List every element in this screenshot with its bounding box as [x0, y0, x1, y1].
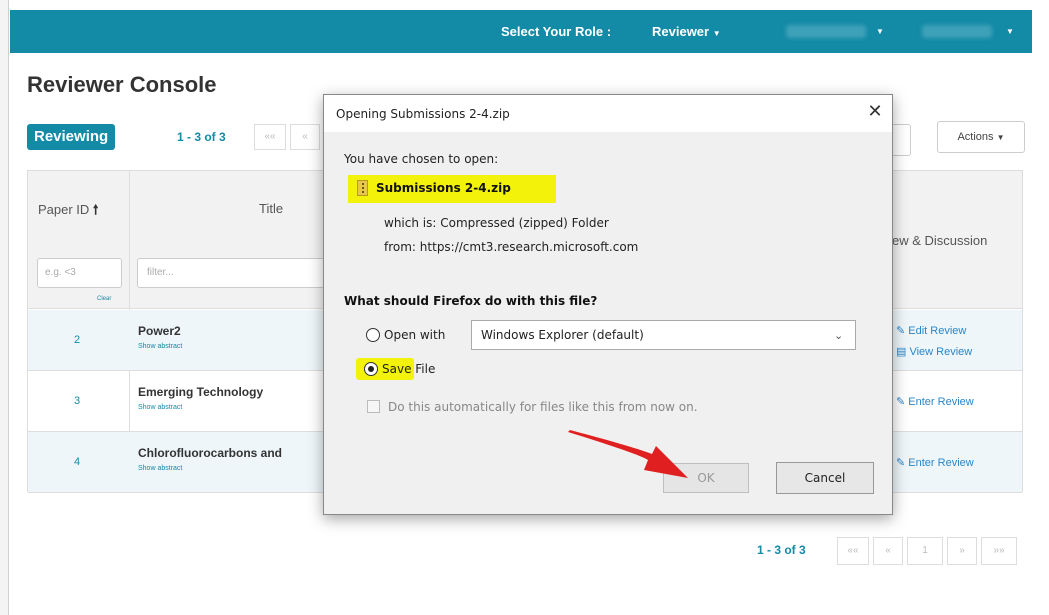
annotation-arrow-icon — [568, 430, 688, 478]
arrow-shape — [568, 430, 688, 478]
